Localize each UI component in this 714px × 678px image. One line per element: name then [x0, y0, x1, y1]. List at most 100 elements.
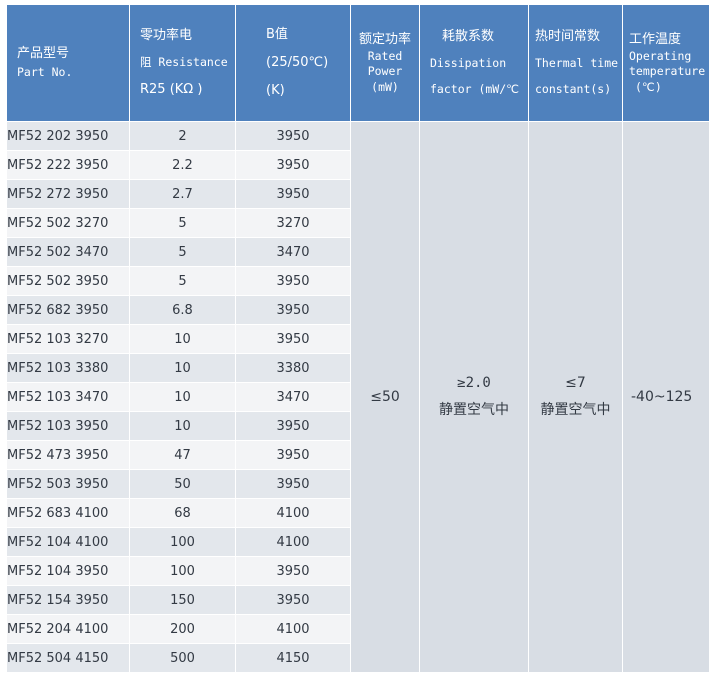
- part-number-cell: MF52 504 4150: [6, 643, 130, 673]
- bvalue-cell: 3950: [235, 469, 351, 499]
- header-thermal-unit: constant(s): [535, 82, 612, 97]
- bvalue-cell: 3270: [235, 208, 351, 238]
- bvalue-cell: 3470: [235, 382, 351, 412]
- bvalue-cell: 3950: [235, 150, 351, 180]
- bvalue-cell: 3950: [235, 295, 351, 325]
- dissipation-value: ≥2.0: [457, 375, 491, 392]
- header-resistance: 零功率电 阻 Resistance R25 (KΩ ): [129, 4, 236, 122]
- header-operating: 工作温度 Operating temperature (℃): [622, 4, 710, 122]
- header-thermal-en: Thermal time: [535, 56, 619, 71]
- header-operating-cn: 工作温度: [629, 31, 682, 47]
- header-bvalue-unit: (K): [266, 83, 285, 99]
- header-dissipation-unit: factor (mW/℃: [430, 82, 520, 97]
- resistance-cell: 47: [129, 440, 236, 470]
- bvalue-cell: 3950: [235, 324, 351, 354]
- resistance-cell: 10: [129, 324, 236, 354]
- operating-cell: -40~125: [622, 121, 710, 673]
- part-number-cell: MF52 103 3470: [6, 382, 130, 412]
- header-rated-power: 额定功率 Rated Power (mW): [350, 4, 420, 122]
- header-bvalue: B值 (25/50℃) (K): [235, 4, 351, 122]
- header-resistance-en: 阻 Resistance: [140, 55, 228, 70]
- resistance-cell: 200: [129, 614, 236, 644]
- resistance-cell: 2.7: [129, 179, 236, 209]
- thermal-value: ≤7: [565, 375, 586, 392]
- header-operating-en1: Operating: [629, 48, 692, 63]
- part-number-cell: MF52 503 3950: [6, 469, 130, 499]
- header-dissipation-en: Dissipation: [430, 56, 507, 71]
- part-number-cell: MF52 473 3950: [6, 440, 130, 470]
- resistance-cell: 50: [129, 469, 236, 499]
- resistance-cell: 2.2: [129, 150, 236, 180]
- dissipation-note: 静置空气中: [439, 402, 509, 418]
- header-operating-unit: (℃): [635, 79, 662, 94]
- header-resistance-unit: R25 (KΩ ): [140, 81, 203, 97]
- bvalue-cell: 4100: [235, 614, 351, 644]
- bvalue-cell: 4150: [235, 643, 351, 673]
- part-number-cell: MF52 104 3950: [6, 556, 130, 586]
- header-part-no: 产品型号 Part No.: [6, 4, 130, 122]
- part-number-cell: MF52 104 4100: [6, 527, 130, 557]
- part-number-cell: MF52 103 3950: [6, 411, 130, 441]
- bvalue-cell: 3950: [235, 440, 351, 470]
- resistance-cell: 100: [129, 556, 236, 586]
- resistance-cell: 150: [129, 585, 236, 615]
- resistance-cell: 5: [129, 237, 236, 267]
- rated-power-cell: ≤50: [350, 121, 420, 673]
- header-part-cn: 产品型号: [17, 46, 70, 62]
- resistance-cell: 5: [129, 208, 236, 238]
- part-number-cell: MF52 502 3950: [6, 266, 130, 296]
- thermal-note: 静置空气中: [540, 402, 611, 418]
- part-number-cell: MF52 222 3950: [6, 150, 130, 180]
- table-body: MF52 202 3950 2 3950 ≤50 ≥2.0 静置空气中 ≤7 静…: [6, 121, 710, 673]
- rated-power-value: ≤50: [370, 388, 400, 405]
- table-row: MF52 202 3950 2 3950 ≤50 ≥2.0 静置空气中 ≤7 静…: [6, 121, 710, 673]
- header-thermal-cn: 热时间常数: [535, 29, 601, 45]
- bvalue-cell: 3950: [235, 411, 351, 441]
- part-number-cell: MF52 103 3380: [6, 353, 130, 383]
- resistance-cell: 2: [129, 121, 236, 151]
- header-bvalue-cn: B值: [266, 26, 288, 42]
- part-number-cell: MF52 272 3950: [6, 179, 130, 209]
- operating-value: -40~125: [631, 388, 693, 405]
- part-number-cell: MF52 502 3470: [6, 237, 130, 267]
- part-number-cell: MF52 502 3270: [6, 208, 130, 238]
- bvalue-cell: 3950: [235, 585, 351, 615]
- part-number-cell: MF52 683 4100: [6, 498, 130, 528]
- header-rated-power-unit: (mW): [371, 79, 399, 94]
- header-rated-power-cn: 额定功率: [358, 31, 411, 47]
- header-rated-power-en2: Power: [367, 64, 403, 79]
- bvalue-cell: 4100: [235, 527, 351, 557]
- header-rated-power-en1: Rated: [367, 48, 403, 63]
- part-number-cell: MF52 103 3270: [6, 324, 130, 354]
- header-dissipation: 耗散系数 Dissipation factor (mW/℃: [419, 4, 529, 122]
- resistance-cell: 500: [129, 643, 236, 673]
- thermal-cell: ≤7 静置空气中: [528, 121, 623, 673]
- bvalue-cell: 3950: [235, 179, 351, 209]
- header-row: 产品型号 Part No. 零功率电 阻 Resistance R25 (KΩ …: [6, 4, 710, 122]
- header-bvalue-cond: (25/50℃): [266, 54, 329, 70]
- bvalue-cell: 3950: [235, 266, 351, 296]
- resistance-cell: 10: [129, 411, 236, 441]
- header-resistance-cn: 零功率电: [140, 27, 193, 43]
- header-operating-en2: temperature: [629, 64, 706, 79]
- bvalue-cell: 3380: [235, 353, 351, 383]
- header-thermal: 热时间常数 Thermal time constant(s): [528, 4, 623, 122]
- bvalue-cell: 3950: [235, 556, 351, 586]
- resistance-cell: 100: [129, 527, 236, 557]
- header-part-en: Part No.: [17, 65, 73, 80]
- header-dissipation-cn: 耗散系数: [442, 29, 495, 45]
- spec-table: 产品型号 Part No. 零功率电 阻 Resistance R25 (KΩ …: [6, 4, 710, 673]
- resistance-cell: 5: [129, 266, 236, 296]
- resistance-cell: 6.8: [129, 295, 236, 325]
- resistance-cell: 10: [129, 382, 236, 412]
- part-number-cell: MF52 682 3950: [6, 295, 130, 325]
- resistance-cell: 68: [129, 498, 236, 528]
- bvalue-cell: 3950: [235, 121, 351, 151]
- dissipation-cell: ≥2.0 静置空气中: [419, 121, 529, 673]
- part-number-cell: MF52 154 3950: [6, 585, 130, 615]
- resistance-cell: 10: [129, 353, 236, 383]
- bvalue-cell: 4100: [235, 498, 351, 528]
- part-number-cell: MF52 202 3950: [6, 121, 130, 151]
- bvalue-cell: 3470: [235, 237, 351, 267]
- part-number-cell: MF52 204 4100: [6, 614, 130, 644]
